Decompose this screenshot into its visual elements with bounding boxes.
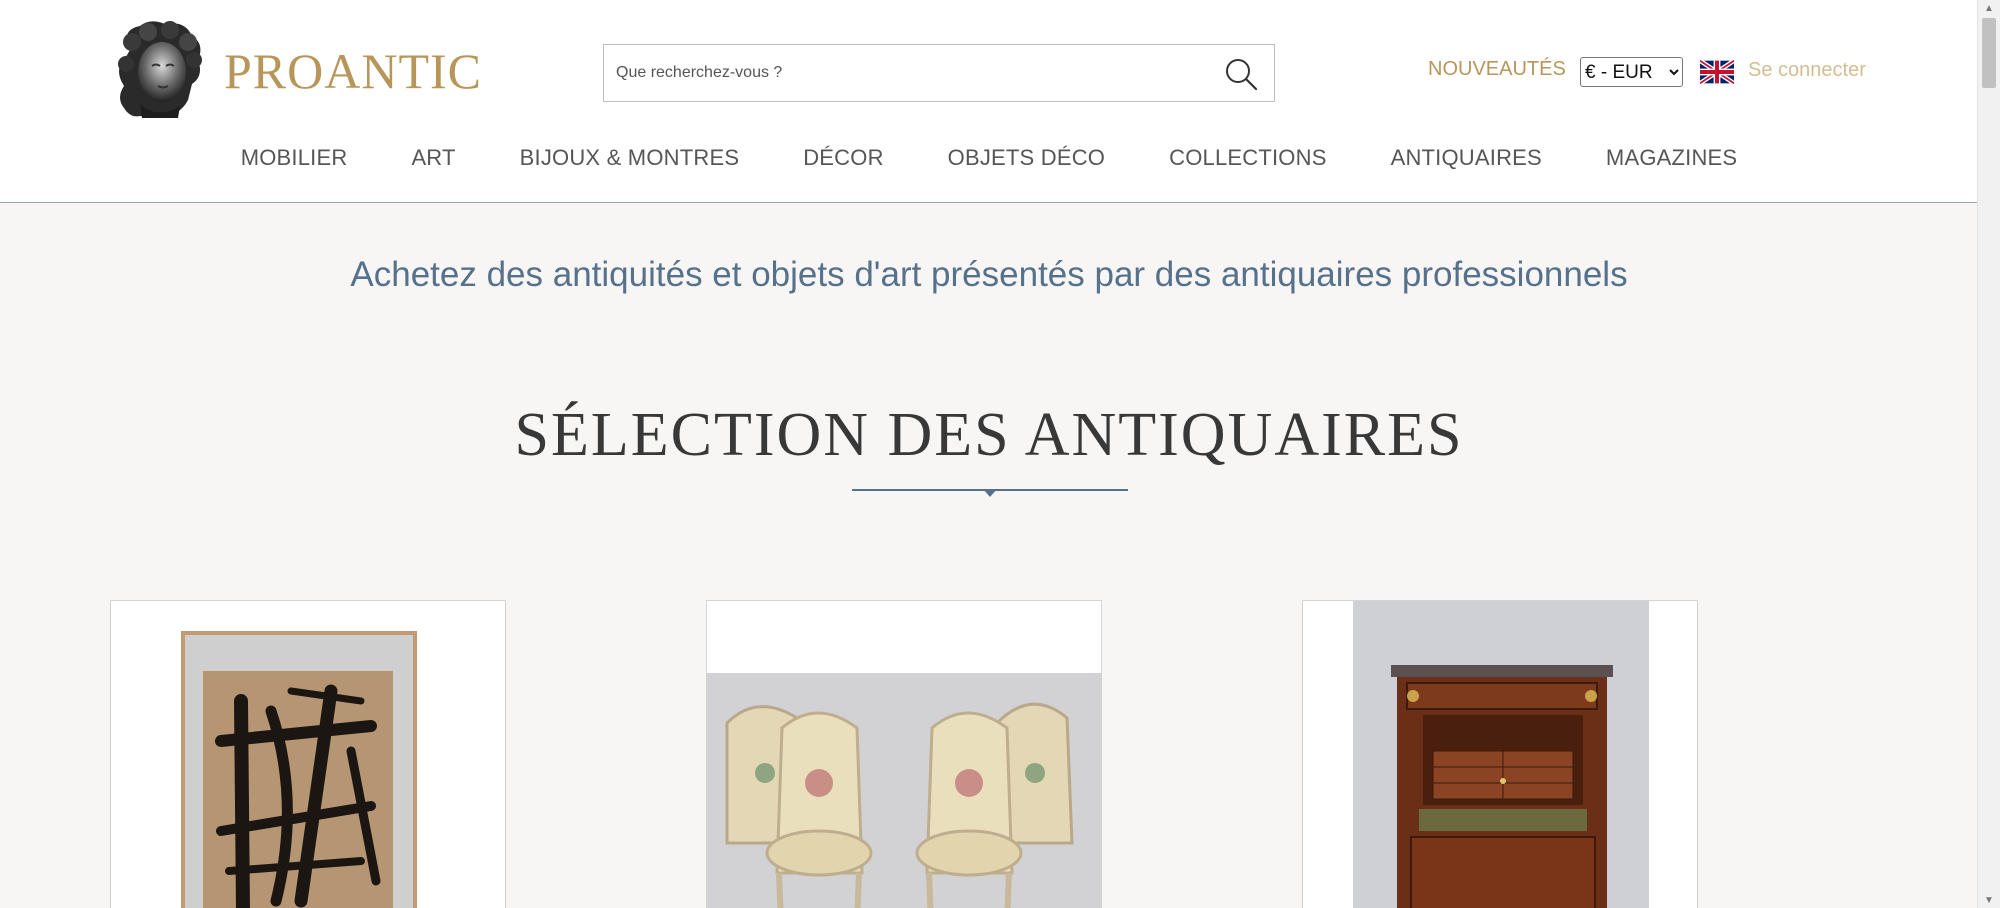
page: PROANTIC NOUVEAUTÉS € - EUR Se connecter… [0,0,1978,908]
bust-logo-icon [118,21,202,118]
nav-item-decor[interactable]: DÉCOR [803,145,883,171]
tagline: Achetez des antiquités et objets d'art p… [350,255,1628,294]
new-items-link[interactable]: NOUVEAUTÉS [1428,58,1566,81]
product-card[interactable] [706,600,1102,908]
nav-item-mobilier[interactable]: MOBILIER [241,145,348,171]
abstract-ink-painting-image [181,631,417,908]
brand-name: PROANTIC [224,43,483,99]
scroll-up-arrow-icon[interactable]: ▲ [1978,0,2000,16]
login-link[interactable]: Se connecter [1748,59,1866,82]
secretary-desk-image [1353,601,1649,908]
search-input[interactable] [616,45,1196,101]
site-header: PROANTIC NOUVEAUTÉS € - EUR Se connecter… [0,0,1978,203]
four-armchairs-image [707,673,1101,908]
divider-diamond-icon [983,489,997,497]
logo-link[interactable]: PROANTIC [110,20,482,122]
nav-item-antiquaires[interactable]: ANTIQUAIRES [1391,145,1542,171]
vertical-scrollbar[interactable]: ▲ ▼ [1977,0,2000,908]
currency-select[interactable]: € - EUR [1580,57,1683,87]
search-icon[interactable] [1222,55,1260,93]
product-card[interactable] [110,600,506,908]
nav-item-magazines[interactable]: MAGAZINES [1606,145,1737,171]
nav-item-collections[interactable]: COLLECTIONS [1169,145,1326,171]
product-card[interactable] [1302,600,1698,908]
section-title: SÉLECTION DES ANTIQUAIRES [514,401,1464,469]
nav-item-bijoux-montres[interactable]: BIJOUX & MONTRES [520,145,740,171]
search-bar [603,44,1275,102]
nav-item-objets-deco[interactable]: OBJETS DÉCO [948,145,1105,171]
uk-flag-icon[interactable] [1700,60,1734,84]
main-nav: MOBILIER ART BIJOUX & MONTRES DÉCOR OBJE… [0,145,1978,171]
nav-item-art[interactable]: ART [411,145,455,171]
scrollbar-thumb[interactable] [1982,18,1996,88]
scroll-down-arrow-icon[interactable]: ▼ [1978,892,2000,908]
